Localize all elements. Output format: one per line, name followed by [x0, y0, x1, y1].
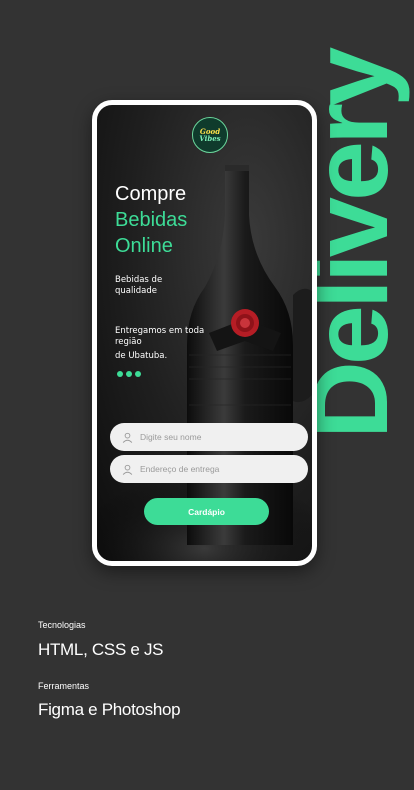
name-input[interactable]: [140, 432, 290, 442]
good-vibes-logo: Good Vibes: [192, 117, 228, 153]
user-icon: [122, 432, 133, 443]
carousel-dot[interactable]: [117, 371, 123, 377]
phone-mockup: Good Vibes Compre Bebidas Online Bebidas…: [92, 100, 317, 566]
tools-label: Ferramentas: [38, 681, 90, 691]
carousel-dots[interactable]: [117, 371, 141, 377]
hero-headline: Compre Bebidas Online: [115, 181, 187, 259]
delivery-area-text: Entregamos em toda região de Ubatuba.: [115, 326, 205, 361]
carousel-dot[interactable]: [126, 371, 132, 377]
technologies-label: Tecnologias: [38, 620, 86, 630]
tools-value: Figma e Photoshop: [38, 700, 181, 719]
headline-line3: Online: [115, 235, 173, 257]
name-field[interactable]: [110, 423, 308, 451]
headline-line2: Bebidas: [115, 209, 188, 231]
address-field[interactable]: [110, 455, 308, 483]
carousel-dot[interactable]: [135, 371, 141, 377]
headline-line1: Compre: [115, 183, 187, 205]
address-input[interactable]: [140, 464, 290, 474]
user-icon: [122, 464, 133, 475]
quality-subtitle: Bebidas de qualidade: [115, 275, 163, 296]
delivery-banner-text: Delivery: [289, 30, 410, 460]
technologies-value: HTML, CSS e JS: [38, 640, 164, 659]
menu-button[interactable]: Cardápio: [144, 498, 269, 525]
